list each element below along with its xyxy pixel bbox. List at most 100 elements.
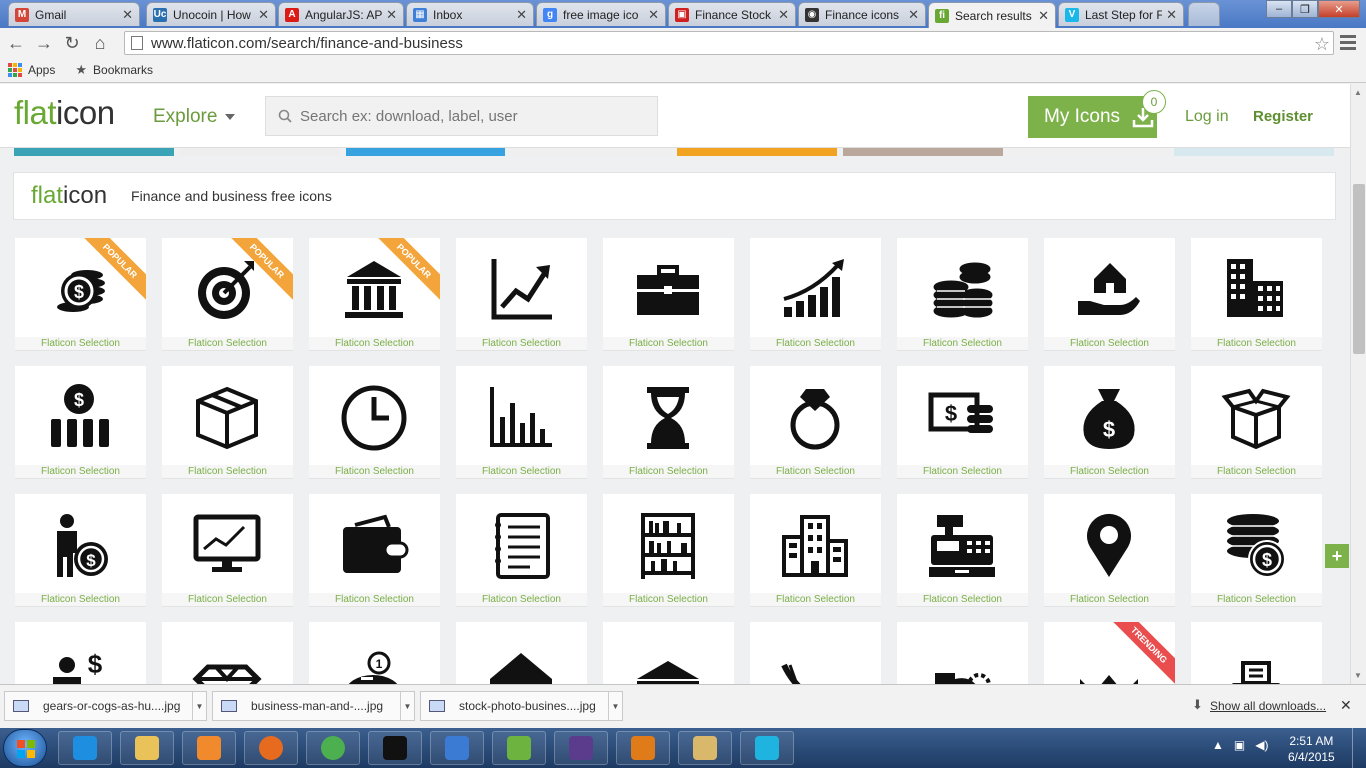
icon-caption[interactable]: Flaticon Selection (603, 337, 734, 350)
apps-grid-icon[interactable] (8, 63, 22, 77)
browser-tab[interactable]: V Last Step for F ✕ (1058, 2, 1184, 26)
minimize-button[interactable]: – (1266, 0, 1292, 18)
home-icon[interactable]: ⌂ (86, 29, 114, 57)
icon-card[interactable] (897, 622, 1028, 684)
icon-caption[interactable]: Flaticon Selection (897, 593, 1028, 606)
icon-caption[interactable]: Flaticon Selection (750, 465, 881, 478)
tab-close-icon[interactable]: ✕ (386, 7, 397, 23)
icon-card[interactable]: 1 (309, 622, 440, 684)
show-all-downloads-link[interactable]: Show all downloads... (1210, 699, 1326, 713)
icon-caption[interactable]: Flaticon Selection (15, 593, 146, 606)
browser-tab[interactable]: ◉ Finance icons ✕ (798, 2, 926, 26)
icon-caption[interactable]: Flaticon Selection (897, 465, 1028, 478)
icon-caption[interactable]: Flaticon Selection (1044, 593, 1175, 606)
icon-caption[interactable]: Flaticon Selection (162, 465, 293, 478)
icon-caption[interactable]: Flaticon Selection (456, 337, 587, 350)
flaticon-logo[interactable]: flaticon (14, 94, 115, 132)
close-window-button[interactable]: ✕ (1318, 0, 1360, 18)
reload-icon[interactable]: ↻ (58, 29, 86, 57)
icon-card[interactable]: Flaticon Selection (1044, 238, 1175, 351)
icon-card[interactable]: Flaticon Selection POPULAR (309, 238, 440, 351)
bookmark-star-icon[interactable]: ☆ (1314, 34, 1330, 55)
taskbar-app-button[interactable] (120, 731, 174, 765)
icon-card[interactable]: Flaticon Selection (750, 494, 881, 607)
start-button[interactable] (3, 729, 47, 767)
icon-caption[interactable]: Flaticon Selection (897, 337, 1028, 350)
tray-expand-icon[interactable]: ▲ (1212, 738, 1224, 752)
maximize-button[interactable]: ❐ (1292, 0, 1318, 18)
bookmarks-link[interactable]: Bookmarks (93, 63, 153, 77)
page-scrollbar[interactable]: ▲ ▼ (1350, 84, 1366, 684)
icon-card[interactable]: Flaticon Selection (1044, 494, 1175, 607)
icon-card[interactable]: Flaticon Selection (456, 238, 587, 351)
icon-card[interactable]: Flaticon Selection POPULAR (162, 238, 293, 351)
icon-card[interactable] (162, 622, 293, 684)
login-link[interactable]: Log in (1185, 108, 1229, 126)
icon-card[interactable]: Flaticon Selection (1191, 366, 1322, 479)
taskbar-app-button[interactable] (616, 731, 670, 765)
icon-caption[interactable]: Flaticon Selection (1191, 465, 1322, 478)
icon-caption[interactable]: Flaticon Selection (309, 337, 440, 350)
icon-caption[interactable]: Flaticon Selection (309, 593, 440, 606)
taskbar-app-button[interactable] (368, 731, 422, 765)
browser-tab[interactable]: g free image ico ✕ (536, 2, 666, 26)
register-link[interactable]: Register (1253, 108, 1313, 125)
icon-card[interactable] (750, 622, 881, 684)
icon-caption[interactable]: Flaticon Selection (603, 593, 734, 606)
icon-caption[interactable]: Flaticon Selection (15, 465, 146, 478)
icon-card[interactable]: $ (456, 622, 587, 684)
icon-card[interactable]: $ Flaticon Selection (15, 366, 146, 479)
tab-close-icon[interactable]: ✕ (648, 7, 659, 23)
scroll-up-icon[interactable]: ▲ (1354, 88, 1362, 97)
icon-card[interactable]: Flaticon Selection (897, 494, 1028, 607)
icon-caption[interactable]: Flaticon Selection (456, 593, 587, 606)
icon-caption[interactable]: Flaticon Selection (1044, 465, 1175, 478)
download-item[interactable]: gears-or-cogs-as-hu....jpg ▼ (4, 691, 207, 721)
icon-caption[interactable]: Flaticon Selection (162, 337, 293, 350)
icon-card[interactable]: Flaticon Selection (750, 238, 881, 351)
back-arrow-icon[interactable]: ← (2, 29, 30, 57)
close-icon[interactable]: ✕ (1340, 697, 1352, 714)
icon-card[interactable]: Flaticon Selection (309, 494, 440, 607)
icon-card[interactable]: Flaticon Selection (456, 366, 587, 479)
scroll-down-icon[interactable]: ▼ (1354, 671, 1362, 680)
add-collection-plus-icon[interactable]: + (1325, 544, 1349, 568)
scrollbar-thumb[interactable] (1353, 184, 1365, 354)
network-icon[interactable]: ▣ (1234, 738, 1245, 752)
chevron-down-icon[interactable]: ▼ (192, 692, 206, 720)
icon-caption[interactable]: Flaticon Selection (750, 337, 881, 350)
icon-card[interactable]: Flaticon Selection (456, 494, 587, 607)
icon-card[interactable]: Flaticon Selection (1191, 238, 1322, 351)
icon-card[interactable]: Flaticon Selection (603, 494, 734, 607)
search-input[interactable] (300, 107, 650, 125)
taskbar-app-button[interactable] (678, 731, 732, 765)
browser-tab[interactable]: ▦ Inbox ✕ (406, 2, 534, 26)
show-desktop-button[interactable] (1352, 728, 1366, 768)
icon-caption[interactable]: Flaticon Selection (15, 337, 146, 350)
icon-card[interactable]: $ Flaticon Selection (897, 366, 1028, 479)
system-clock[interactable]: 2:51 AM 6/4/2015 (1288, 733, 1335, 765)
tab-close-icon[interactable]: ✕ (516, 7, 527, 23)
explore-menu[interactable]: Explore (153, 106, 236, 128)
icon-caption[interactable]: Flaticon Selection (1191, 593, 1322, 606)
taskbar-app-button[interactable] (430, 731, 484, 765)
tab-close-icon[interactable]: ✕ (908, 7, 919, 23)
apps-link[interactable]: Apps (28, 63, 55, 77)
icon-caption[interactable]: Flaticon Selection (1191, 337, 1322, 350)
browser-tab[interactable]: fi Search results ✕ (928, 2, 1056, 28)
chevron-down-icon[interactable]: ▼ (608, 692, 622, 720)
icon-caption[interactable]: Flaticon Selection (603, 465, 734, 478)
icon-caption[interactable]: Flaticon Selection (456, 465, 587, 478)
icon-caption[interactable]: Flaticon Selection (750, 593, 881, 606)
taskbar-app-button[interactable] (306, 731, 360, 765)
taskbar-app-button[interactable] (492, 731, 546, 765)
icon-card[interactable]: Flaticon Selection (603, 366, 734, 479)
featured-banner-strip[interactable] (14, 148, 1334, 156)
icon-card[interactable]: Flaticon Selection (309, 366, 440, 479)
taskbar-app-button[interactable] (740, 731, 794, 765)
icon-card[interactable]: $ Flaticon Selection (1191, 494, 1322, 607)
icon-card[interactable]: $ Flaticon Selection (1044, 366, 1175, 479)
search-box[interactable] (265, 96, 658, 136)
icon-card[interactable] (1191, 622, 1322, 684)
my-icons-button[interactable]: My Icons (1028, 96, 1157, 138)
